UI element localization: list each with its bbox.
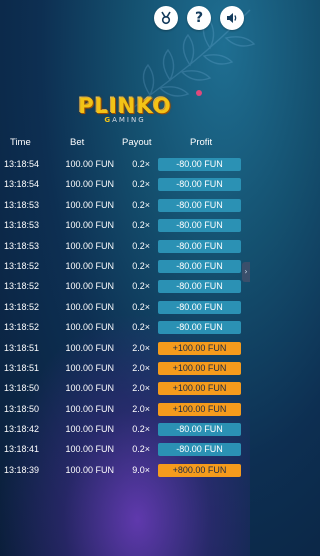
row-bet: 100.00 FUN — [65, 383, 114, 394]
row-payout: 0.2× — [132, 301, 150, 312]
row-bet: 100.00 FUN — [65, 240, 114, 251]
row-profit-badge: +100.00 FUN — [158, 402, 241, 416]
row-bet: 100.00 FUN — [65, 444, 114, 455]
table-row: 13:18:53 100.00 FUN 0.2× -80.00 FUN — [0, 216, 250, 236]
top-toolbar: ? — [154, 6, 244, 30]
side-panel-toggle[interactable]: › — [242, 262, 250, 282]
table-row: 13:18:39 100.00 FUN 9.0× +800.00 FUN — [0, 461, 250, 481]
table-row: 13:18:53 100.00 FUN 0.2× -80.00 FUN — [0, 196, 250, 216]
row-profit-badge: -80.00 FUN — [158, 158, 241, 171]
row-payout: 0.2× — [132, 322, 150, 333]
row-payout: 2.0× — [132, 403, 150, 414]
chevron-right-icon: › — [244, 267, 248, 276]
medal-icon[interactable] — [154, 6, 178, 30]
row-bet: 100.00 FUN — [65, 179, 114, 190]
row-payout: 0.2× — [132, 240, 150, 251]
row-profit-badge: -80.00 FUN — [158, 219, 241, 233]
row-time: 13:18:52 — [4, 301, 40, 312]
row-bet: 100.00 FUN — [65, 281, 114, 292]
table-row: 13:18:51 100.00 FUN 2.0× +100.00 FUN — [0, 359, 250, 379]
row-profit-badge: +800.00 FUN — [158, 463, 241, 477]
row-time: 13:18:50 — [4, 383, 40, 394]
row-profit-badge: +100.00 FUN — [158, 382, 241, 396]
plinko-logo: PLINKO GAMING — [0, 90, 250, 124]
table-row: 13:18:52 100.00 FUN 0.2× -80.00 FUN — [0, 318, 250, 338]
row-bet: 100.00 FUN — [65, 301, 114, 312]
table-row: 13:18:52 100.00 FUN 0.2× -80.00 FUN — [0, 257, 250, 277]
row-time: 13:18:54 — [4, 159, 40, 169]
help-glyph: ? — [194, 10, 204, 26]
row-profit-badge: -80.00 FUN — [158, 300, 241, 314]
table-row: 13:18:50 100.00 FUN 2.0× +100.00 FUN — [0, 379, 250, 399]
row-bet: 100.00 FUN — [65, 199, 114, 210]
row-profit-badge: -80.00 FUN — [158, 423, 241, 437]
row-payout: 0.2× — [132, 179, 150, 190]
row-time: 13:18:52 — [4, 322, 40, 333]
row-profit-badge: -80.00 FUN — [158, 198, 241, 212]
history-table-body: 13:18:54 100.00 FUN 0.2× -80.00 FUN 13:18:54… — [0, 155, 250, 481]
help-icon[interactable]: ? — [187, 6, 211, 30]
history-table-header: Time Bet Payout Profit — [0, 137, 250, 151]
row-bet: 100.00 FUN — [65, 220, 114, 231]
row-profit-badge: -80.00 FUN — [158, 280, 241, 294]
row-time: 13:18:50 — [4, 403, 40, 414]
row-time: 13:18:53 — [4, 220, 40, 231]
row-profit-badge: -80.00 FUN — [158, 321, 241, 335]
row-bet: 100.00 FUN — [65, 260, 114, 271]
table-row: 13:18:52 100.00 FUN 0.2× -80.00 FUN — [0, 298, 250, 318]
row-bet: 100.00 FUN — [65, 322, 114, 333]
header-payout: Payout — [122, 137, 152, 148]
header-bet: Bet — [70, 137, 85, 148]
row-payout: 0.2× — [132, 199, 150, 210]
header-time: Time — [10, 137, 31, 148]
table-row: 13:18:51 100.00 FUN 2.0× +100.00 FUN — [0, 339, 250, 359]
logo-title: PLINKO — [78, 94, 172, 118]
row-profit-badge: -80.00 FUN — [158, 178, 241, 192]
table-row: 13:18:52 100.00 FUN 0.2× -80.00 FUN — [0, 277, 250, 297]
row-profit-badge: -80.00 FUN — [158, 443, 241, 457]
row-time: 13:18:39 — [4, 464, 40, 475]
row-time: 13:18:53 — [4, 199, 40, 210]
table-row: 13:18:54 100.00 FUN 0.2× -80.00 FUN — [0, 155, 250, 175]
row-payout: 0.2× — [132, 260, 150, 271]
row-payout: 2.0× — [132, 383, 150, 394]
row-payout: 0.2× — [132, 444, 150, 455]
logo-dot — [196, 90, 203, 96]
row-payout: 0.2× — [132, 220, 150, 231]
row-payout: 2.0× — [132, 342, 150, 353]
row-payout: 2.0× — [132, 362, 150, 373]
row-payout: 0.2× — [132, 159, 150, 169]
row-time: 13:18:53 — [4, 240, 40, 251]
row-time: 13:18:42 — [4, 424, 40, 435]
row-time: 13:18:41 — [4, 444, 40, 455]
row-bet: 100.00 FUN — [65, 403, 114, 414]
row-profit-badge: +100.00 FUN — [158, 341, 241, 355]
row-profit-badge: -80.00 FUN — [158, 259, 241, 273]
table-row: 13:18:41 100.00 FUN 0.2× -80.00 FUN — [0, 440, 250, 460]
table-row: 13:18:54 100.00 FUN 0.2× -80.00 FUN — [0, 175, 250, 195]
table-row: 13:18:50 100.00 FUN 2.0× +100.00 FUN — [0, 400, 250, 420]
row-bet: 100.00 FUN — [65, 362, 114, 373]
row-profit-badge: +100.00 FUN — [158, 361, 241, 375]
row-profit-badge: -80.00 FUN — [158, 239, 241, 253]
row-bet: 100.00 FUN — [65, 424, 114, 435]
header-profit: Profit — [190, 137, 213, 148]
row-time: 13:18:52 — [4, 281, 40, 292]
row-time: 13:18:51 — [4, 362, 40, 373]
row-time: 13:18:52 — [4, 260, 40, 271]
row-time: 13:18:51 — [4, 342, 40, 353]
row-bet: 100.00 FUN — [65, 464, 114, 475]
table-row: 13:18:42 100.00 FUN 0.2× -80.00 FUN — [0, 420, 250, 440]
row-payout: 9.0× — [132, 464, 150, 475]
sound-icon[interactable] — [220, 6, 244, 30]
row-bet: 100.00 FUN — [65, 159, 114, 169]
row-payout: 0.2× — [132, 281, 150, 292]
table-row: 13:18:53 100.00 FUN 0.2× -80.00 FUN — [0, 237, 250, 257]
row-bet: 100.00 FUN — [65, 342, 114, 353]
row-payout: 0.2× — [132, 424, 150, 435]
row-time: 13:18:54 — [4, 179, 40, 190]
